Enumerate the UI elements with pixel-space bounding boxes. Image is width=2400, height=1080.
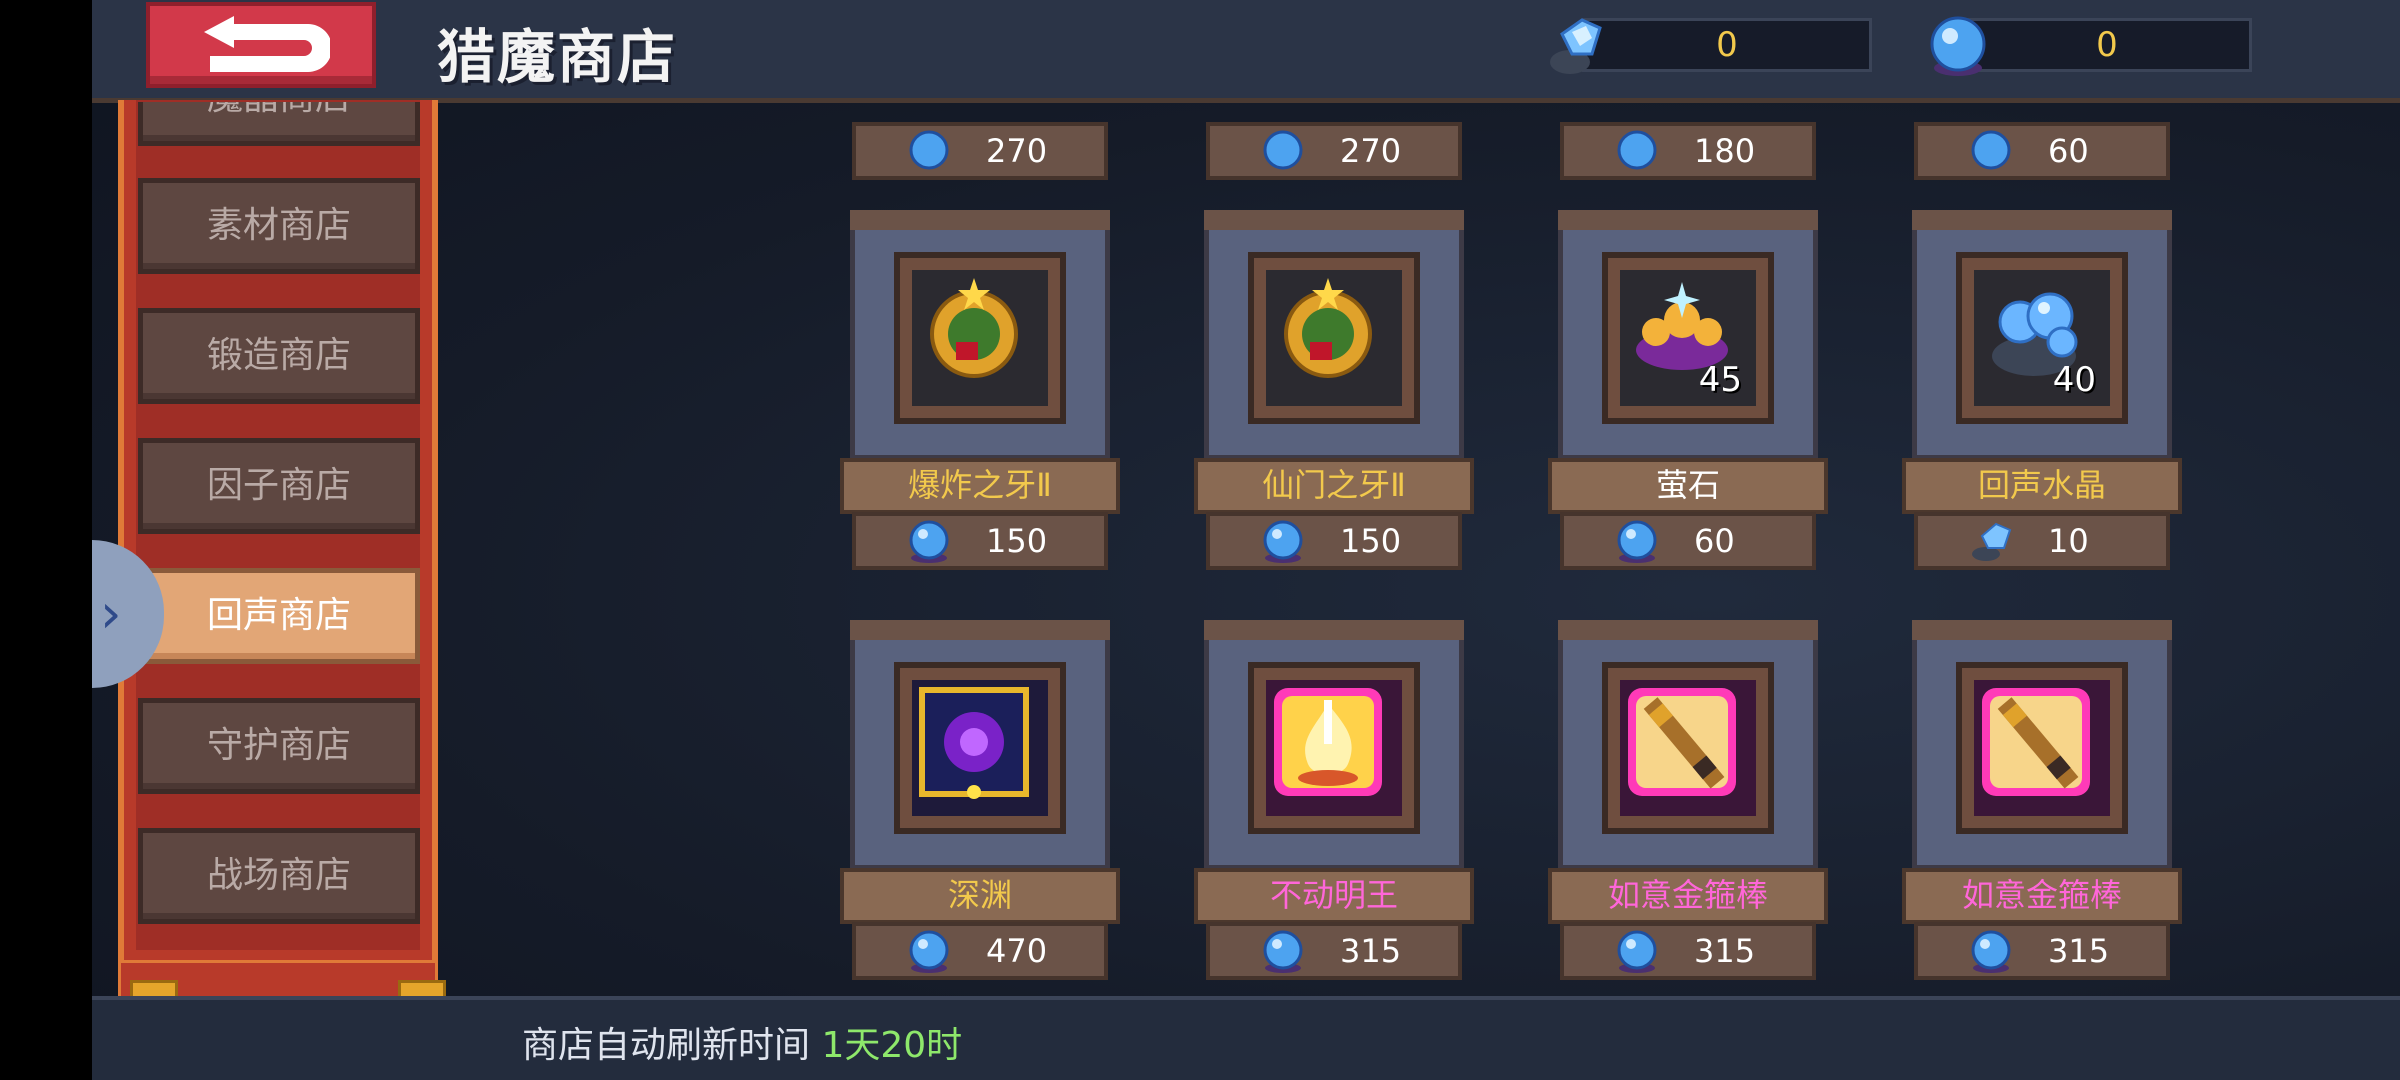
menu-item-material-shop[interactable]: 素材商店 <box>138 178 420 274</box>
item-name: 深渊 <box>840 868 1120 924</box>
item-name: 如意金箍棒 <box>1902 868 2182 924</box>
item-name: 爆炸之牙Ⅱ <box>840 458 1120 514</box>
back-arrow-icon <box>204 16 330 72</box>
item-price: 150 <box>1340 522 1402 560</box>
gold-badge-icon <box>930 278 1018 378</box>
echo-crystal-count: 0 <box>1582 18 1872 72</box>
blue-gem-icon <box>1263 930 1303 973</box>
item-price: 270 <box>986 132 1048 170</box>
item-name: 不动明王 <box>1194 868 1474 924</box>
top-bar: 猎魔商店 0 0 <box>92 0 2400 103</box>
blue-gem-icon <box>909 130 949 170</box>
item-card[interactable]: 不动明王 315 <box>1194 620 1474 980</box>
blue-gem-icon <box>1263 520 1303 563</box>
blue-gem-count: 0 <box>1962 18 2252 72</box>
item-name: 萤石 <box>1548 458 1828 514</box>
blue-gem-icon <box>1930 16 1986 76</box>
item-quantity: 40 <box>2052 360 2096 400</box>
flame-king-icon <box>1274 688 1382 796</box>
refresh-time: 1天20时 <box>821 1025 963 1066</box>
item-card[interactable]: 仙门之牙Ⅱ 150 <box>1194 210 1474 570</box>
item-card[interactable]: 深渊 470 <box>840 620 1120 980</box>
item-price: 60 <box>1694 522 1735 560</box>
back-button[interactable] <box>146 2 376 88</box>
blue-gem-icon <box>909 520 949 563</box>
item-price: 470 <box>986 932 1048 970</box>
blue-gem-icon <box>1617 130 1657 170</box>
item-grid: 270 270 180 60 爆炸之牙Ⅱ 150 仙门之牙Ⅱ 150 45 萤石… <box>472 102 2252 990</box>
item-name: 如意金箍棒 <box>1548 868 1828 924</box>
menu-item-forge-shop[interactable]: 锻造商店 <box>138 308 420 404</box>
golden-staff-icon <box>1982 688 2090 796</box>
item-quantity: 45 <box>1698 360 1742 400</box>
item-card-partial[interactable]: 60 <box>1902 102 2182 180</box>
blue-gem-icon <box>1617 930 1657 973</box>
footer-bar: 商店自动刷新时间 1天20时 <box>92 996 2400 1080</box>
refresh-label: 商店自动刷新时间 <box>522 1025 811 1066</box>
menu-item-magic-crystal-shop[interactable]: 魔晶商店 <box>138 102 420 146</box>
menu-item-echo-shop[interactable]: 回声商店 <box>138 568 420 664</box>
echo-crystal-icon <box>1972 522 2012 561</box>
item-card[interactable]: 如意金箍棒 315 <box>1548 620 1828 980</box>
item-card-partial[interactable]: 270 <box>1194 102 1474 180</box>
item-price: 180 <box>1694 132 1756 170</box>
item-card[interactable]: 40 回声水晶 10 <box>1902 210 2182 570</box>
blue-gem-icon <box>1971 930 2011 973</box>
item-card[interactable]: 如意金箍棒 315 <box>1902 620 2182 980</box>
menu-item-battlefield-shop[interactable]: 战场商店 <box>138 828 420 924</box>
item-card[interactable]: 爆炸之牙Ⅱ 150 <box>840 210 1120 570</box>
gold-badge-icon <box>1284 278 1372 378</box>
item-price: 270 <box>1340 132 1402 170</box>
shop-screen: 猎魔商店 0 0 魔晶商店 素材商店 锻造商店 因子商店 <box>92 0 2400 1080</box>
item-price: 315 <box>1340 932 1402 970</box>
item-price: 60 <box>2048 132 2089 170</box>
blue-gem-icon <box>909 930 949 973</box>
blue-gem-icon <box>1263 130 1303 170</box>
item-card-partial[interactable]: 270 <box>840 102 1120 180</box>
item-card[interactable]: 45 萤石 60 <box>1548 210 1828 570</box>
blue-gem-icon <box>1971 130 2011 170</box>
chevron-right-icon: › <box>100 582 122 645</box>
refresh-info: 商店自动刷新时间 1天20时 <box>522 1016 962 1068</box>
blue-gem-icon <box>1617 520 1657 563</box>
echo-crystal-icon <box>1550 18 1602 74</box>
abyss-icon <box>919 687 1029 799</box>
page-title: 猎魔商店 <box>437 23 678 91</box>
item-price: 10 <box>2048 522 2089 560</box>
item-price: 315 <box>2048 932 2110 970</box>
item-price: 150 <box>986 522 1048 560</box>
golden-staff-icon <box>1628 688 1736 796</box>
item-name: 回声水晶 <box>1902 458 2182 514</box>
menu-item-guardian-shop[interactable]: 守护商店 <box>138 698 420 794</box>
item-card-partial[interactable]: 180 <box>1548 102 1828 180</box>
item-price: 315 <box>1694 932 1756 970</box>
item-name: 仙门之牙Ⅱ <box>1194 458 1474 514</box>
menu-item-factor-shop[interactable]: 因子商店 <box>138 438 420 534</box>
